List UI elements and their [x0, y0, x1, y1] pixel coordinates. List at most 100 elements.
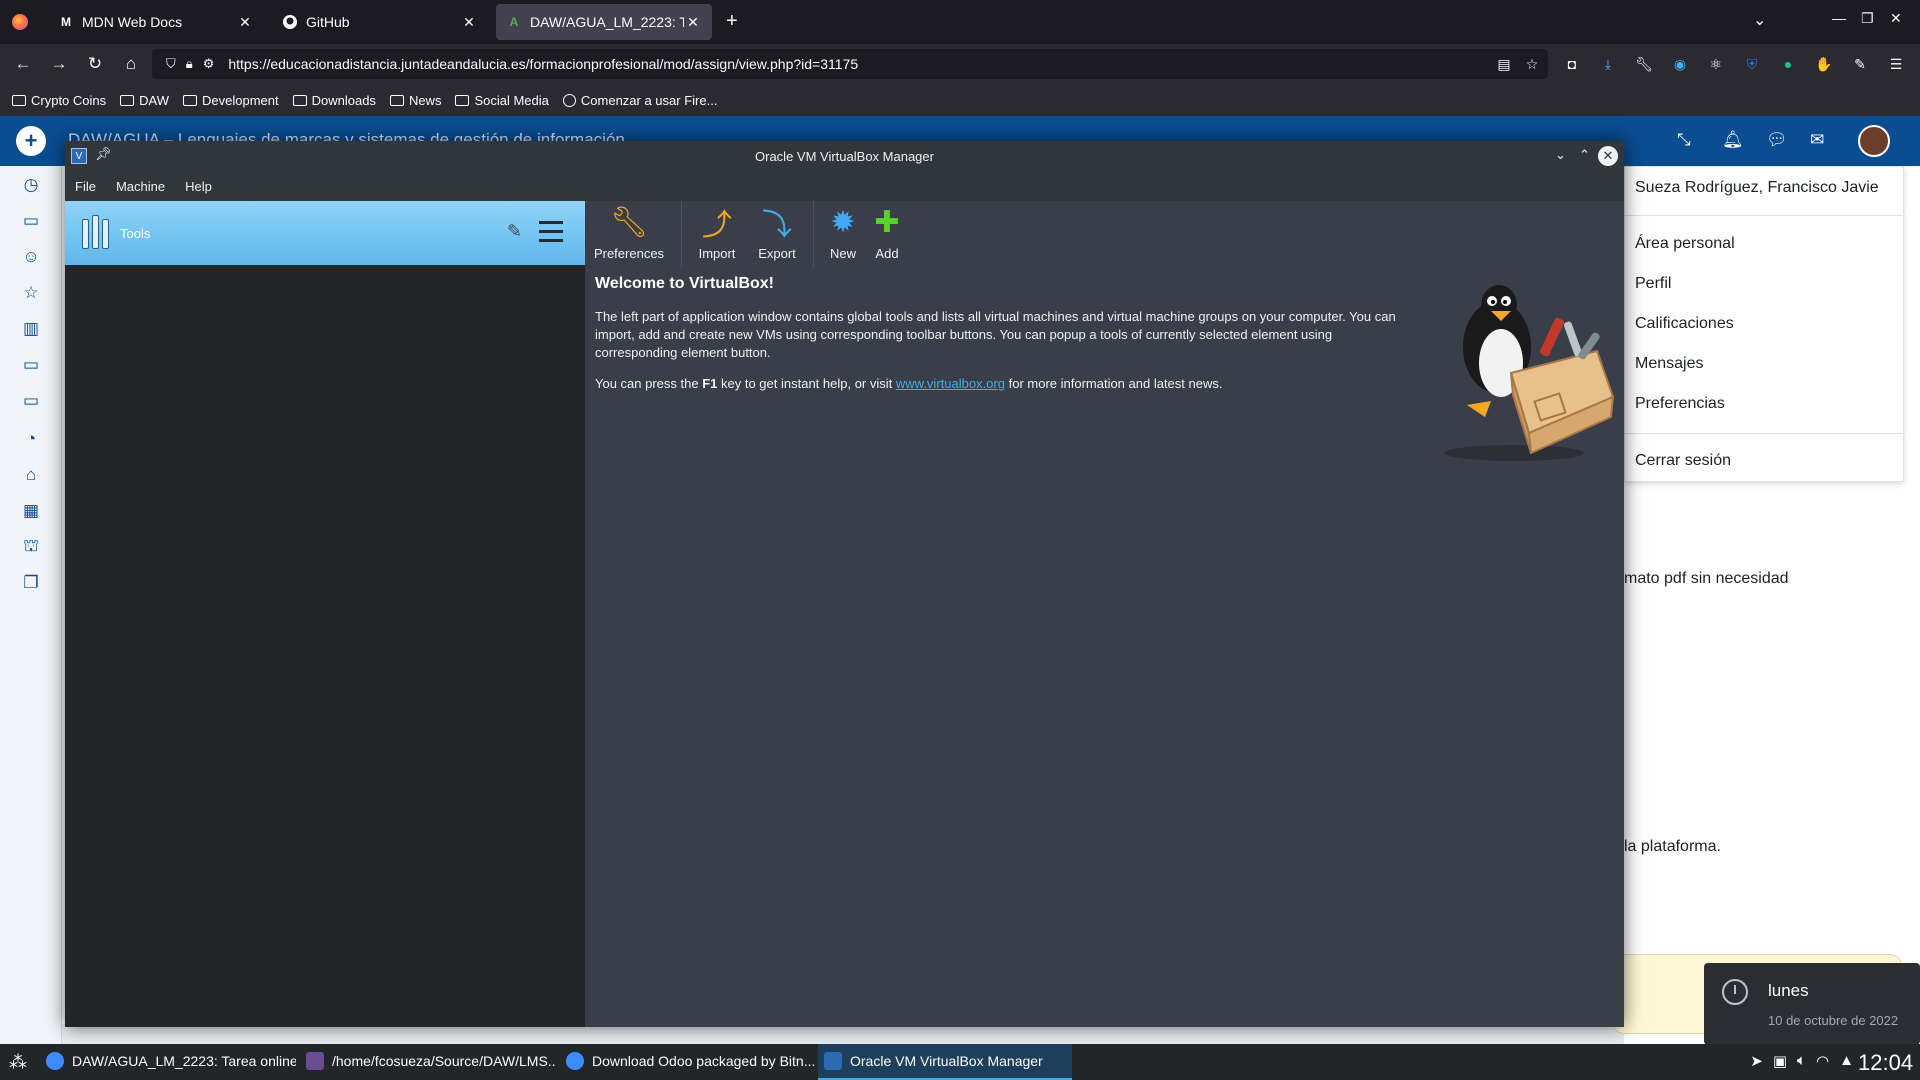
tab-mdn[interactable]: M MDN Web Docs ✕ [48, 4, 264, 40]
menu-item-mensajes[interactable]: Mensajes [1635, 355, 1703, 373]
wifi-icon[interactable]: ◠ [1816, 1052, 1829, 1070]
close-tab-icon[interactable]: ✕ [684, 14, 702, 31]
shield-icon[interactable]: ⛉ [166, 56, 176, 72]
clipboard-icon[interactable]: ▣ [1773, 1052, 1787, 1070]
close-tab-icon[interactable]: ✕ [236, 14, 254, 31]
graduation-cap-icon[interactable]: ⛫ [20, 536, 42, 558]
adblock-icon[interactable]: ✋ [1814, 54, 1834, 74]
calendar-icon[interactable]: ▦ [20, 500, 42, 522]
bookmark-star-icon[interactable]: ☆ [1522, 54, 1542, 74]
book-icon[interactable]: ▥ [20, 318, 42, 340]
url-bar[interactable]: ⛉ 🔒︎ ⚙ https://educacionadistancia.junta… [152, 49, 1548, 79]
folder-icon [389, 94, 404, 106]
folder-icon[interactable]: ▭ [20, 390, 42, 412]
clock-icon[interactable]: ◷ [20, 174, 42, 196]
collapse-icon[interactable]: ⤡ [1677, 130, 1691, 150]
color-picker-icon[interactable]: ✎ [1850, 54, 1870, 74]
app-launcher-icon[interactable]: ⁂ [6, 1050, 30, 1074]
new-button[interactable]: ✹ New [821, 201, 865, 267]
bookmark-social-media[interactable]: Social Media [455, 93, 549, 108]
lock-icon[interactable]: 🔒︎ [186, 56, 193, 72]
help-text-part: key to get instant help, or visit [717, 376, 896, 391]
preferences-button[interactable]: 🔧︎ Preferences [593, 201, 665, 267]
menu-item-perfil[interactable]: Perfil [1635, 275, 1671, 293]
grammarly-icon[interactable]: ● [1778, 54, 1798, 74]
notifications-icon[interactable]: 🔔︎ [1722, 130, 1744, 150]
tools-item[interactable]: Tools ✎ [65, 201, 585, 265]
menu-help[interactable]: Help [175, 179, 222, 194]
virtualbox-link[interactable]: www.virtualbox.org [896, 376, 1005, 391]
close-window-icon[interactable]: ✕ [1890, 10, 1902, 27]
ublock-icon[interactable]: ⛨ [1742, 54, 1762, 74]
mail-icon[interactable]: ✉ [1810, 130, 1824, 150]
task-firefox-odoo[interactable]: Download Odoo packaged by Bitn... [560, 1044, 816, 1080]
folder-icon[interactable]: ▭ [20, 354, 42, 376]
minimize-icon[interactable]: — [1832, 10, 1846, 26]
avatar[interactable] [1858, 125, 1890, 157]
list-all-tabs-icon[interactable]: ⌄ [1753, 10, 1766, 30]
telegram-icon[interactable]: ➤ [1750, 1052, 1763, 1070]
bookmark-getting-started[interactable]: Comenzar a usar Fire... [562, 93, 717, 108]
tab-label: DAW/AGUA_LM_2223: Tarea online [530, 14, 684, 30]
export-button[interactable]: ⤵ Export [749, 201, 805, 267]
downloads-icon[interactable]: ⤓ [1598, 54, 1618, 74]
reload-icon[interactable]: ↻ [83, 52, 107, 76]
forward-icon[interactable]: → [47, 52, 71, 76]
task-editor[interactable]: /home/fcosueza/Source/DAW/LMS... [300, 1044, 556, 1080]
tray-expand-icon[interactable]: ▲ [1839, 1052, 1854, 1070]
task-virtualbox[interactable]: Oracle VM VirtualBox Manager [818, 1044, 1072, 1080]
back-icon[interactable]: ← [11, 52, 35, 76]
window-titlebar[interactable]: V 📌︎ Oracle VM VirtualBox Manager ⌄ ⌃ ✕ [65, 141, 1624, 171]
bookmark-news[interactable]: News [389, 93, 441, 108]
add-button[interactable]: ✚ Add [865, 201, 909, 267]
task-firefox[interactable]: DAW/AGUA_LM_2223: Tarea online... [40, 1044, 296, 1080]
firefox-icon[interactable] [0, 0, 40, 44]
menu-item-calificaciones[interactable]: Calificaciones [1635, 315, 1734, 333]
tools-menu-icon[interactable] [539, 221, 563, 243]
new-tab-icon[interactable]: + [726, 10, 738, 33]
menu-item-logout[interactable]: Cerrar sesión [1635, 452, 1731, 470]
close-tab-icon[interactable]: ✕ [460, 14, 478, 31]
chat-icon[interactable]: 💬︎ [1766, 130, 1788, 150]
restore-icon[interactable]: ❐ [1861, 10, 1874, 27]
users-icon[interactable]: ☺ [20, 246, 42, 268]
bookmark-label: Downloads [311, 92, 376, 108]
home-icon[interactable]: ⌂ [20, 464, 42, 486]
navigation-toolbar: ← → ↻ ⌂ ⛉ 🔒︎ ⚙ https://educacionadistanc… [0, 44, 1920, 84]
pin-icon[interactable]: ✎ [507, 221, 522, 242]
wrench-icon[interactable]: 🔧︎ [1634, 54, 1654, 74]
menu-machine[interactable]: Machine [106, 179, 175, 194]
menu-item-area-personal[interactable]: Área personal [1635, 235, 1735, 253]
folder-icon[interactable]: ▭ [20, 210, 42, 232]
files-icon[interactable]: ❐ [20, 572, 42, 594]
reader-view-icon[interactable]: ▤ [1494, 54, 1514, 74]
maximize-icon[interactable]: ⌃ [1579, 147, 1590, 163]
menu-item-preferencias[interactable]: Preferencias [1635, 395, 1725, 413]
add-icon[interactable]: + [16, 126, 46, 156]
new-label: New [829, 246, 856, 261]
menu-file[interactable]: File [65, 179, 106, 194]
date-notification[interactable]: lunes 10 de octubre de 2022 [1704, 963, 1920, 1045]
tab-github[interactable]: GitHub ✕ [272, 4, 488, 40]
bookmark-development[interactable]: Development [183, 93, 279, 108]
extension-circle-icon[interactable]: ◉ [1670, 54, 1690, 74]
folder-icon [455, 94, 470, 106]
close-icon[interactable]: ✕ [1598, 146, 1618, 166]
dashboard-icon[interactable]: ◔ [20, 428, 42, 450]
volume-icon[interactable]: 🔈︎ [1797, 1052, 1806, 1070]
react-devtools-icon[interactable]: ⚛ [1706, 54, 1726, 74]
import-button[interactable]: ⤴ Import [689, 201, 745, 267]
tab-moodle[interactable]: A DAW/AGUA_LM_2223: Tarea online ✕ [496, 4, 712, 40]
menu-icon[interactable]: ☰ [1886, 54, 1906, 74]
clock[interactable]: 12:04 [1858, 1050, 1913, 1076]
url-text[interactable]: https://educacionadistancia.juntadeandal… [228, 56, 858, 72]
help-key: F1 [702, 376, 718, 391]
pocket-icon[interactable]: ◘ [1562, 54, 1582, 74]
minimize-icon[interactable]: ⌄ [1555, 147, 1566, 163]
home-icon[interactable]: ⌂ [119, 52, 143, 76]
star-icon[interactable]: ☆ [20, 282, 42, 304]
bookmark-crypto-coins[interactable]: Crypto Coins [12, 93, 106, 108]
bookmark-daw[interactable]: DAW [120, 93, 169, 108]
permissions-icon[interactable]: ⚙ [203, 56, 215, 72]
bookmark-downloads[interactable]: Downloads [292, 92, 376, 108]
